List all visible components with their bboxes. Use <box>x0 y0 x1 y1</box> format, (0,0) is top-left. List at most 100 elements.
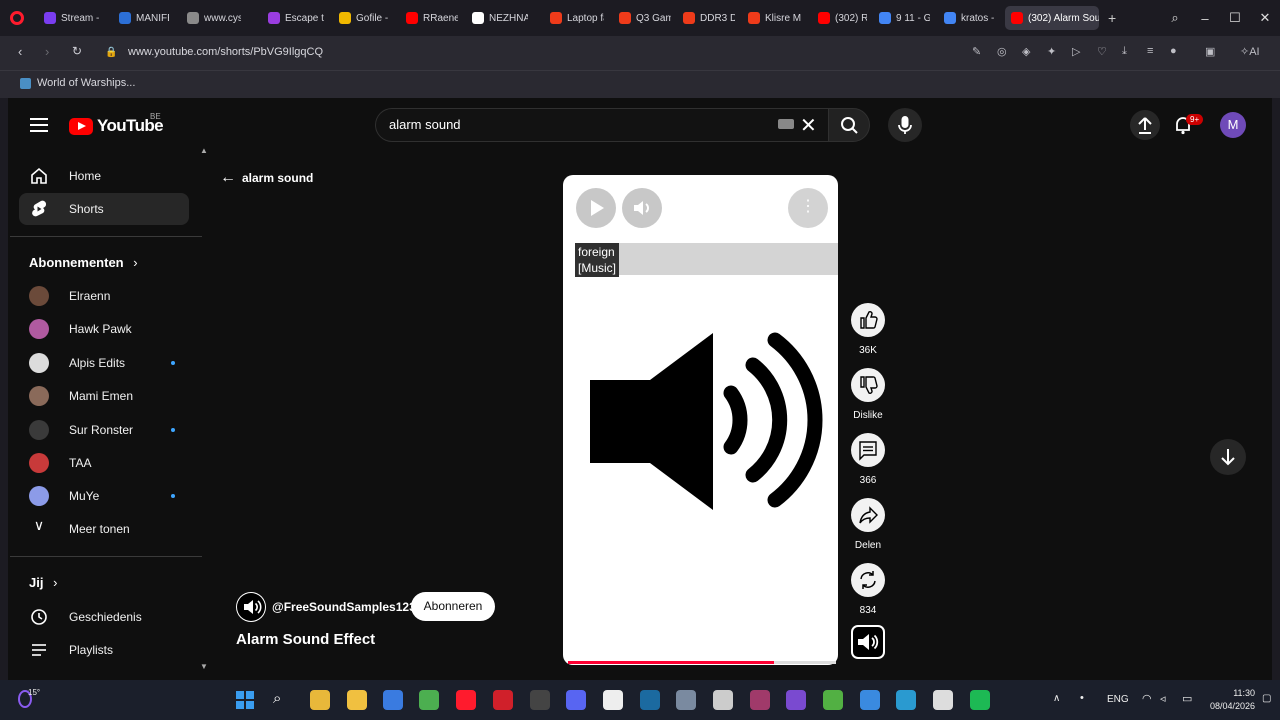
edit-icon[interactable]: ✎ <box>972 45 981 58</box>
close-window-icon[interactable]: ✕ <box>1250 10 1280 26</box>
browser-tab[interactable]: kratos - C <box>938 6 996 30</box>
heart-icon[interactable]: ♡ <box>1097 45 1107 58</box>
new-tab-icon[interactable]: + <box>1108 10 1116 26</box>
channel-name[interactable]: @FreeSoundSamples123 <box>272 600 416 614</box>
browser-tab[interactable]: www.cys <box>181 6 241 30</box>
taskbar-search-icon[interactable]: ⌕ <box>273 690 281 707</box>
browser-tab[interactable]: Escape th <box>262 6 324 30</box>
file-explorer-icon[interactable] <box>310 690 330 710</box>
sidebar-item-shorts[interactable]: Shorts <box>19 193 189 225</box>
next-short-button[interactable] <box>1210 439 1246 475</box>
share-button[interactable] <box>851 498 885 532</box>
obs-icon[interactable] <box>530 690 550 710</box>
clear-search-icon[interactable]: ✕ <box>800 113 817 138</box>
notification-center-icon[interactable]: ▢ <box>1262 693 1271 704</box>
browser-tab[interactable]: DDR3 DD <box>677 6 735 30</box>
sidebar-subscription[interactable]: TAA <box>19 447 189 479</box>
back-to-search[interactable]: ← alarm sound <box>220 169 313 187</box>
browser-tab[interactable]: Stream - <box>38 6 100 30</box>
browser-tab[interactable]: MANIFES <box>113 6 169 30</box>
unity-icon[interactable] <box>713 690 733 710</box>
battery-icon[interactable]: ▭ <box>1182 692 1192 705</box>
language-indicator[interactable]: ENG <box>1107 694 1129 705</box>
camera-icon[interactable]: ◎ <box>997 45 1007 58</box>
discord-icon[interactable] <box>566 690 586 710</box>
forward-nav-icon[interactable]: › <box>45 44 49 59</box>
sidebar-scroll-up-icon[interactable]: ▲ <box>200 146 208 155</box>
store-icon[interactable] <box>383 690 403 710</box>
account-avatar[interactable]: M <box>1220 112 1246 138</box>
browser-tab[interactable]: Klisre M <box>742 6 802 30</box>
folder-icon[interactable] <box>347 690 367 710</box>
dislike-button[interactable] <box>851 368 885 402</box>
sidebar-scroll-down-icon[interactable]: ▼ <box>200 662 208 671</box>
browser-tab[interactable]: 9 11 - Go <box>873 6 930 30</box>
like-button[interactable] <box>851 303 885 337</box>
keyboard-icon[interactable] <box>778 119 794 129</box>
search-input[interactable]: alarm sound <box>389 117 461 132</box>
browser-tab[interactable]: RRaenee <box>400 6 458 30</box>
chrome-icon[interactable] <box>419 690 439 710</box>
sidebar-subscription[interactable]: Sur Ronster <box>19 414 189 446</box>
mic-tray-icon[interactable]: • <box>1080 692 1084 704</box>
browser-tab[interactable]: Laptop fa <box>544 6 604 30</box>
channel-avatar[interactable] <box>236 592 266 622</box>
search-tabs-icon[interactable]: ⌕ <box>1160 10 1190 26</box>
url-field[interactable]: www.youtube.com/shorts/PbVG9IlgqCQ <box>128 46 323 58</box>
hamburger-menu-icon[interactable] <box>30 118 48 132</box>
maximize-icon[interactable]: ☐ <box>1220 10 1250 26</box>
search-button[interactable] <box>828 108 870 142</box>
remix-button[interactable] <box>851 563 885 597</box>
clock[interactable]: 11:30 08/04/2026 <box>1210 687 1255 713</box>
extension-icon[interactable]: ✦ <box>1047 45 1056 58</box>
steam-icon[interactable] <box>640 690 660 710</box>
reload-icon[interactable]: ↻ <box>72 44 82 58</box>
subscribe-button[interactable]: Abonneren <box>411 592 495 621</box>
photo-icon[interactable] <box>896 690 916 710</box>
browser-tab[interactable]: Q3 Gami <box>613 6 671 30</box>
weather-widget[interactable]: 15° <box>28 688 40 697</box>
minimize-icon[interactable]: – <box>1190 11 1220 26</box>
tray-chevron-icon[interactable]: ∧ <box>1053 693 1060 704</box>
comments-button[interactable] <box>851 433 885 467</box>
sidebar-subscription[interactable]: Alpis Edits <box>19 347 189 379</box>
browser-tab[interactable]: (302) RR <box>812 6 867 30</box>
sidebar-item-playlists[interactable]: Playlists <box>19 634 189 666</box>
voice-search-button[interactable] <box>888 108 922 142</box>
browser-tab[interactable]: Gofile - C <box>333 6 391 30</box>
sidebar-item-history[interactable]: Geschiedenis <box>19 601 189 633</box>
opera-icon[interactable] <box>456 690 476 710</box>
sidebar-show-more[interactable]: ∨ Meer tonen <box>19 513 189 545</box>
sidebar-subscription[interactable]: MuYe <box>19 480 189 512</box>
back-nav-icon[interactable]: ‹ <box>18 44 22 59</box>
xbox-icon[interactable] <box>823 690 843 710</box>
speaker-tray-icon[interactable]: ◃ <box>1160 692 1166 705</box>
wifi-icon[interactable]: ◠ <box>1142 692 1152 705</box>
youtube-logo[interactable]: YouTube <box>69 116 164 136</box>
spotify-icon[interactable] <box>970 690 990 710</box>
sidebar-subscription[interactable]: Hawk Pawk <box>19 313 189 345</box>
winrar-icon[interactable] <box>750 690 770 710</box>
sidebar-subscription[interactable]: Elraenn <box>19 280 189 312</box>
speedtest-icon[interactable] <box>933 690 953 710</box>
vs-icon[interactable] <box>786 690 806 710</box>
cube-icon[interactable]: ▣ <box>1205 45 1215 58</box>
subscriptions-heading[interactable]: Abonnementen › <box>29 255 138 270</box>
profile-icon[interactable]: ● <box>1170 45 1177 57</box>
create-button[interactable] <box>1130 110 1160 140</box>
sidebar-subscription[interactable]: Mami Emen <box>19 380 189 412</box>
opera-logo-icon[interactable] <box>10 11 24 25</box>
shield-icon[interactable]: ◈ <box>1022 45 1030 58</box>
ai-icon[interactable]: ✧AI <box>1240 45 1260 58</box>
download-icon[interactable]: ⤓ <box>1122 45 1127 58</box>
start-icon[interactable] <box>235 690 255 710</box>
sidebar-item-home[interactable]: Home <box>19 160 189 192</box>
sound-thumbnail[interactable] <box>851 625 885 659</box>
bookmark-item[interactable]: World of Warships... <box>20 77 135 89</box>
github-icon[interactable] <box>603 690 623 710</box>
menu-lines-icon[interactable]: ≡ <box>1147 45 1153 57</box>
volume-button[interactable] <box>622 188 662 228</box>
more-options-icon[interactable]: ⋮ <box>788 188 828 228</box>
settings-icon[interactable] <box>676 690 696 710</box>
browser-tab[interactable]: NEZHNA <box>466 6 528 30</box>
